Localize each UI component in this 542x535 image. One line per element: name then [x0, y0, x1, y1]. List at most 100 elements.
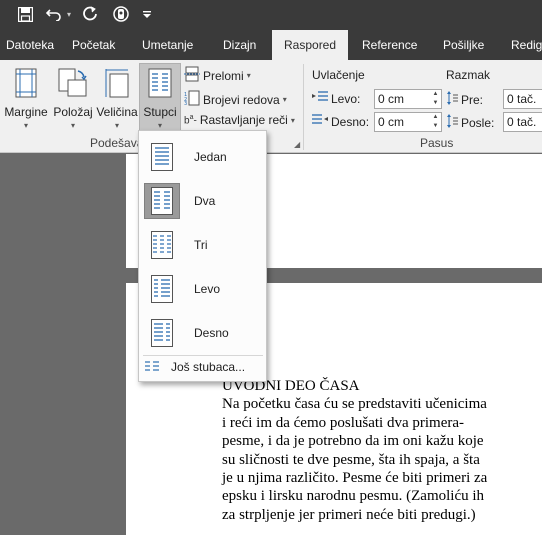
menu-separator: [143, 355, 263, 356]
spacing-before-icon: [446, 91, 458, 108]
spacing-after-input[interactable]: 0 tač.: [503, 112, 542, 132]
columns-label: Stupci: [143, 105, 177, 119]
ribbon-panel: Margine ▾ Položaj ▾ Veličina ▾ Stupci ▾ …: [0, 60, 542, 153]
document-text[interactable]: UVODNI DEO ČASA Na početku časa ću se pr…: [222, 377, 522, 524]
tab-pocetak[interactable]: Početak: [72, 30, 115, 60]
columns-icon: [148, 68, 172, 101]
columns-option-three[interactable]: Tri: [143, 225, 263, 265]
save-icon[interactable]: [14, 3, 36, 25]
undo-dropdown-chevron-icon[interactable]: ▾: [64, 3, 74, 25]
two-columns-icon: [144, 183, 180, 219]
hyphenation-button[interactable]: ba- Rastavljanje reči ▾: [184, 113, 295, 127]
redo-icon[interactable]: [80, 3, 100, 25]
indent-right-label: Desno:: [331, 114, 370, 129]
columns-option-two-label: Dva: [194, 194, 216, 208]
columns-option-one[interactable]: Jedan: [143, 137, 263, 177]
indent-left-input[interactable]: 0 cm ▲ ▼: [374, 89, 442, 109]
indent-left-label: Levo:: [331, 91, 361, 106]
columns-option-right-label: Desno: [194, 326, 229, 340]
margins-icon: [15, 68, 37, 101]
spacing-before-value: 0 tač.: [507, 92, 537, 106]
indent-left-label-row: Levo:: [312, 91, 360, 106]
spacing-before-label: Pre:: [461, 92, 484, 107]
doc-line: je u njima različito. Pesme će biti prim…: [222, 470, 488, 487]
indent-right-icon: [312, 114, 328, 129]
customize-icon[interactable]: [140, 3, 154, 25]
size-label: Veličina: [96, 105, 138, 119]
line-numbers-label: Brojevi redova: [203, 92, 280, 107]
breaks-icon: [184, 66, 200, 85]
orientation-label: Položaj: [53, 105, 93, 119]
doc-heading: UVODNI DEO ČASA: [222, 378, 360, 394]
doc-line: i reći im da ćemo poslušati dva primera-: [222, 414, 464, 431]
line-numbers-button[interactable]: 123 Brojevi redova ▾: [184, 90, 287, 109]
indent-right-spin-icon[interactable]: ▲ ▼: [431, 114, 440, 130]
size-button[interactable]: Veličina ▾: [96, 68, 138, 130]
columns-option-one-label: Jedan: [194, 150, 227, 164]
doc-line: Na početku časa ću se predstaviti učenic…: [222, 396, 487, 413]
columns-chevron-icon: ▾: [157, 121, 162, 130]
indent-right-input[interactable]: 0 cm ▲ ▼: [374, 112, 442, 132]
columns-option-three-label: Tri: [194, 238, 208, 252]
spacing-after-icon: [446, 114, 458, 131]
spacing-heading: Razmak: [446, 68, 491, 82]
orientation-button[interactable]: Položaj ▾: [52, 68, 94, 130]
more-columns-icon: [145, 360, 159, 374]
spacing-after-value: 0 tač.: [507, 115, 537, 129]
margins-chevron-icon: ▾: [23, 121, 28, 130]
indent-heading: Uvlačenje: [312, 68, 365, 82]
three-columns-icon: [144, 227, 180, 263]
tab-umetanje[interactable]: Umetanje: [142, 30, 193, 60]
spacing-before-input[interactable]: 0 tač.: [503, 89, 542, 109]
page-setup-launcher-icon[interactable]: ◢: [294, 140, 300, 149]
tab-datoteka[interactable]: Datoteka: [6, 30, 54, 60]
spacing-after-label: Posle:: [461, 115, 495, 130]
svg-text:3: 3: [184, 101, 187, 106]
hyphenation-chevron-icon: ▾: [290, 115, 295, 125]
doc-line: epsku i lirsku narodnu pesmu. (Zamoliću …: [222, 488, 485, 505]
columns-dropdown-menu: Jedan Dva Tri Levo Desno Još stubaca...: [138, 130, 267, 382]
size-chevron-icon: ▾: [114, 121, 119, 130]
touch-mode-icon[interactable]: [110, 3, 132, 25]
more-columns-label: Još stubaca...: [171, 360, 246, 374]
one-column-icon: [144, 139, 180, 175]
doc-line: pesme, i da je potrebno da im oni kažu k…: [222, 433, 484, 450]
tab-posiljke[interactable]: Pošiljke: [443, 30, 484, 60]
group-label-paragraph: Pasus: [420, 136, 454, 150]
columns-button[interactable]: Stupci ▾: [140, 68, 180, 130]
group-separator: [303, 64, 304, 150]
tab-reference[interactable]: Reference: [362, 30, 417, 60]
breaks-button[interactable]: Prelomi ▾: [184, 66, 251, 85]
line-numbers-chevron-icon: ▾: [282, 95, 287, 104]
undo-icon[interactable]: [44, 3, 64, 25]
hyphenation-label: Rastavljanje reči: [199, 113, 288, 127]
more-columns-button[interactable]: Još stubaca...: [145, 360, 245, 374]
right-column-icon: [144, 315, 180, 351]
ribbon-tabs: Datoteka Početak Umetanje Dizajn Raspore…: [0, 30, 542, 61]
doc-line: su sličnosti te dve pesme, šta ih spaja,…: [222, 451, 480, 468]
columns-option-two[interactable]: Dva: [143, 181, 263, 221]
tab-raspored[interactable]: Raspored: [272, 30, 349, 61]
left-column-icon: [144, 271, 180, 307]
line-numbers-icon: 123: [184, 90, 200, 109]
hyphenation-icon: ba-: [184, 113, 197, 127]
margins-label: Margine: [4, 105, 48, 119]
indent-right-value: 0 cm: [378, 115, 405, 129]
indent-left-spin-icon[interactable]: ▲ ▼: [431, 91, 440, 107]
indent-left-icon: [312, 91, 328, 106]
spacing-after-label-row: Posle:: [446, 114, 494, 131]
spacing-before-label-row: Pre:: [446, 91, 483, 108]
columns-option-left[interactable]: Levo: [143, 269, 263, 309]
columns-option-right[interactable]: Desno: [143, 313, 263, 353]
indent-right-label-row: Desno:: [312, 114, 369, 129]
indent-left-value: 0 cm: [378, 92, 405, 106]
columns-option-left-label: Levo: [194, 282, 221, 296]
margins-button[interactable]: Margine ▾: [4, 68, 48, 130]
tab-dizajn[interactable]: Dizajn: [223, 30, 256, 60]
breaks-chevron-icon: ▾: [246, 71, 251, 80]
tab-redigovanje[interactable]: Redig: [511, 30, 542, 60]
orientation-icon: [58, 68, 88, 101]
size-icon: [104, 68, 130, 101]
breaks-label: Prelomi: [203, 68, 244, 83]
orientation-chevron-icon: ▾: [70, 121, 75, 130]
